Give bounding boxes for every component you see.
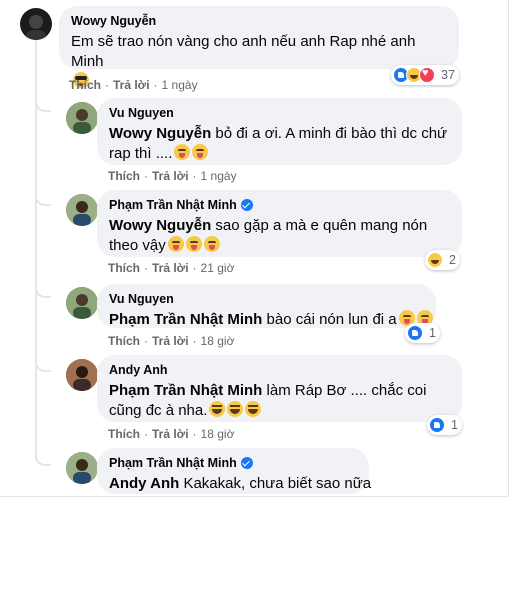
avatar-image	[66, 194, 98, 226]
avatar[interactable]	[66, 452, 98, 484]
reply-link[interactable]: Trả lời	[152, 261, 189, 275]
comment-bubble: Vu Nguyen Wowy Nguyễn bỏ đi a ơi. A minh…	[97, 98, 462, 165]
avatar[interactable]	[20, 8, 52, 40]
avatar[interactable]	[66, 287, 98, 319]
laugh-emoji-icon	[245, 401, 262, 417]
mention-link[interactable]: Andy Anh	[109, 475, 179, 492]
mention-link[interactable]: Wowy Nguyễn	[109, 125, 211, 142]
like-link[interactable]: Thích	[69, 78, 101, 92]
timestamp[interactable]: 1 ngày	[162, 78, 198, 92]
tongue-emoji-icon	[185, 236, 202, 252]
haha-reaction-icon	[427, 252, 443, 268]
timestamp[interactable]: 21 giờ	[201, 261, 235, 275]
comment-author[interactable]: Vu Nguyen	[109, 291, 424, 307]
mention-link[interactable]: Phạm Trần Nhật Minh	[109, 382, 262, 399]
thread-branch	[35, 190, 51, 206]
comment-bubble: Vu Nguyen Phạm Trần Nhật Minh bào cái nó…	[97, 284, 436, 328]
avatar[interactable]	[66, 194, 98, 226]
mention-link[interactable]: Wowy Nguyễn	[109, 217, 211, 234]
comment-text: Wowy Nguyễn sao gặp a mà e quên mang nón…	[109, 217, 428, 254]
reply-link[interactable]: Trả lời	[152, 334, 189, 348]
avatar-image	[66, 287, 98, 319]
avatar-image	[26, 15, 46, 40]
comment-text: Phạm Trần Nhật Minh bào cái nón lun đi a	[109, 310, 433, 330]
avatar[interactable]	[66, 102, 98, 134]
comment-bubble: Andy Anh Phạm Trần Nhật Minh làm Ráp Bơ …	[97, 355, 462, 422]
comment-actions: Thích · Trả lời · 1 ngày	[108, 169, 237, 183]
laugh-emoji-icon	[227, 401, 244, 417]
comment-actions: Thích · Trả lời · 1 ngày	[69, 78, 198, 92]
like-link[interactable]: Thích	[108, 261, 140, 275]
mention-link[interactable]: Phạm Trần Nhật Minh	[109, 311, 262, 328]
reaction-summary[interactable]: 2	[425, 250, 460, 270]
reply-link[interactable]: Trả lời	[152, 169, 189, 183]
comment-text: Wowy Nguyễn bỏ đi a ơi. A minh đi bào th…	[109, 125, 448, 162]
avatar-image	[66, 452, 98, 484]
avatar[interactable]	[66, 359, 98, 391]
verified-badge-icon	[240, 199, 253, 211]
reaction-summary[interactable]: 1	[405, 323, 440, 343]
verified-badge-icon	[240, 457, 253, 469]
comment-bubble: Wowy Nguyễn Em sẽ trao nón vàng cho anh …	[59, 6, 459, 88]
like-link[interactable]: Thích	[108, 427, 140, 441]
comment-author[interactable]: Vu Nguyen	[109, 105, 450, 121]
tongue-emoji-icon	[167, 236, 184, 252]
reaction-count: 2	[449, 253, 456, 267]
comment-text: Phạm Trần Nhật Minh làm Ráp Bơ .... chắc…	[109, 382, 427, 419]
comment-actions: Thích · Trả lời · 21 giờ	[108, 261, 235, 275]
avatar-image	[66, 359, 98, 391]
comment-text: Andy Anh Kakakak, chưa biết sao nữa	[109, 475, 372, 492]
thread-branch	[35, 96, 51, 112]
comment-author[interactable]: Andy Anh	[109, 362, 450, 378]
reply-link[interactable]: Trả lời	[152, 427, 189, 441]
like-reaction-icon	[429, 417, 445, 433]
comment-author[interactable]: Phạm Trần Nhật Minh	[109, 455, 357, 471]
like-link[interactable]: Thích	[108, 169, 140, 183]
timestamp[interactable]: 1 ngày	[201, 169, 237, 183]
comment-thread: Wowy Nguyễn Em sẽ trao nón vàng cho anh …	[0, 0, 509, 497]
tongue-emoji-icon	[174, 144, 191, 160]
reaction-count: 37	[441, 68, 455, 82]
comment-actions: Thích · Trả lời · 18 giờ	[108, 334, 235, 348]
reply-link[interactable]: Trả lời	[113, 78, 150, 92]
comment-author[interactable]: Wowy Nguyễn	[71, 13, 447, 29]
comment-actions: Thích · Trả lời · 18 giờ	[108, 427, 235, 441]
tongue-emoji-icon	[192, 144, 209, 160]
like-link[interactable]: Thích	[108, 334, 140, 348]
reaction-summary[interactable]: 37	[391, 65, 459, 85]
thread-branch	[35, 450, 51, 466]
like-reaction-icon	[407, 325, 423, 341]
reaction-count: 1	[429, 326, 436, 340]
laugh-emoji-icon	[209, 401, 226, 417]
love-reaction-icon	[419, 67, 435, 83]
timestamp[interactable]: 18 giờ	[201, 334, 235, 348]
reaction-summary[interactable]: 1	[427, 415, 462, 435]
tongue-emoji-icon	[203, 236, 220, 252]
comment-author[interactable]: Phạm Trần Nhật Minh	[109, 197, 450, 213]
reaction-count: 1	[451, 418, 458, 432]
thread-branch	[35, 356, 51, 372]
comment-bubble: Phạm Trần Nhật Minh Andy Anh Kakakak, ch…	[97, 448, 372, 494]
thread-branch	[35, 282, 51, 298]
comment-bubble: Phạm Trần Nhật Minh Wowy Nguyễn sao gặp …	[97, 190, 462, 257]
avatar-image	[66, 102, 98, 134]
timestamp[interactable]: 18 giờ	[201, 427, 235, 441]
